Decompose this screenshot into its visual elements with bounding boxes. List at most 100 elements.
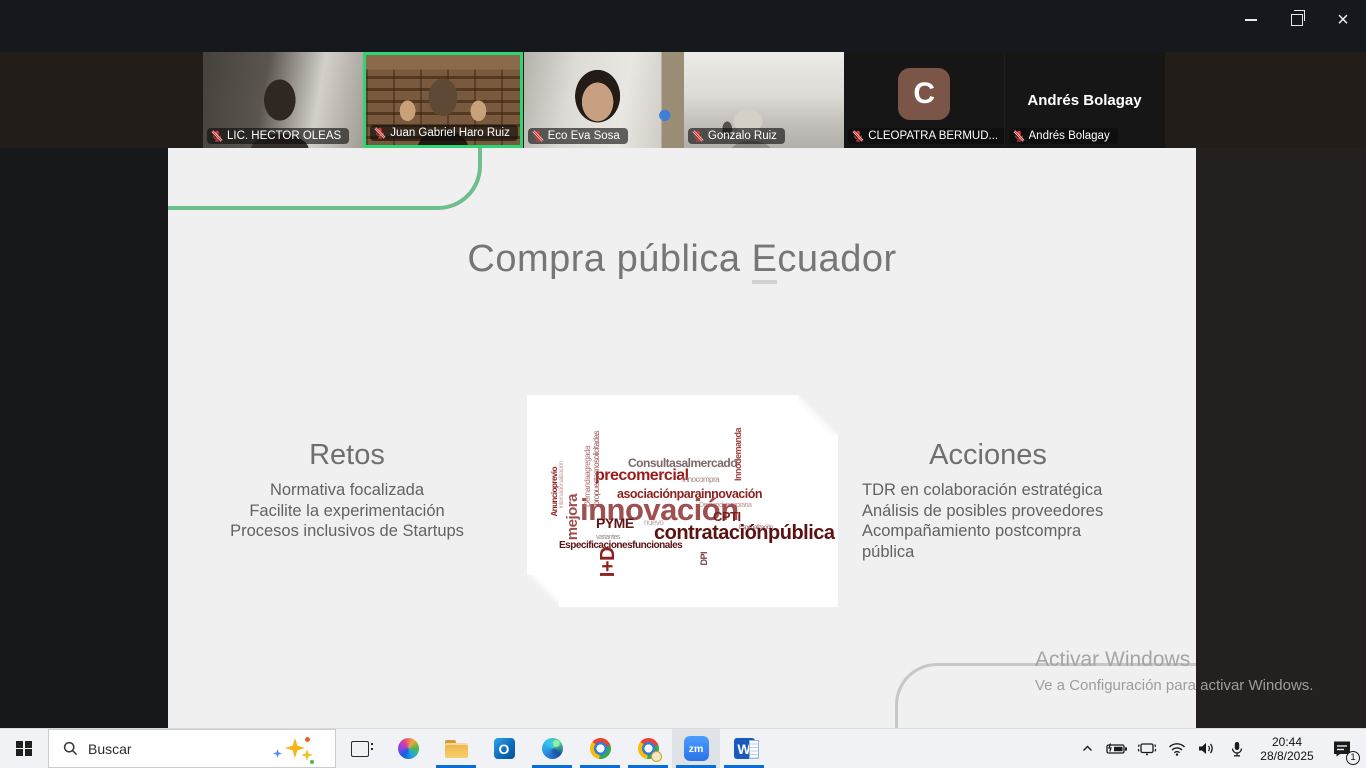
tray-network-button[interactable] <box>1162 729 1192 768</box>
participant-tile-andrés-bolagay[interactable]: Andrés Bolagay Andrés Bolagay <box>1005 52 1165 148</box>
stage-right-background <box>1196 148 1366 728</box>
minimize-icon <box>1245 19 1257 21</box>
participant-name: Eco Eva Sosa <box>548 130 620 142</box>
muted-mic-icon <box>374 127 386 139</box>
chrome-profile-taskbar-button[interactable] <box>624 729 672 768</box>
tray-microphone-button[interactable] <box>1222 729 1252 768</box>
outlook-taskbar-button[interactable]: O <box>480 729 528 768</box>
participant-nametag: LIC. HECTOR OLEAS <box>207 128 349 144</box>
search-highlights-icon <box>273 737 313 763</box>
participant-nametag: Juan Gabriel Haro Ruiz <box>370 125 518 141</box>
file-explorer-icon <box>445 740 468 758</box>
acciones-item: Acompañamiento postcompra pública <box>862 521 1114 562</box>
participant-avatar: C <box>898 68 950 120</box>
retos-items: Normativa focalizadaFacilite la experime… <box>192 480 502 542</box>
muted-mic-icon <box>692 130 704 142</box>
participant-nametag: Eco Eva Sosa <box>528 128 628 144</box>
retos-heading: Retos <box>192 439 502 472</box>
task-view-taskbar-button[interactable] <box>336 729 384 768</box>
participant-tile-juan-gabriel-haro-ruiz[interactable]: Juan Gabriel Haro Ruiz <box>363 52 523 148</box>
muted-mic-icon <box>211 130 223 142</box>
participant-tile-lic-hector-oleas[interactable]: LIC. HECTOR OLEAS <box>203 52 363 148</box>
minimize-button[interactable] <box>1228 0 1274 40</box>
tray-time: 20:44 <box>1252 735 1322 749</box>
wordcloud-word: Innocompra <box>682 476 719 484</box>
taskbar-apps: Ozm W <box>336 729 768 768</box>
word-taskbar-button[interactable]: W <box>720 729 768 768</box>
wordcloud-word: propuestasnosolicitadas <box>593 431 601 505</box>
chrome-icon <box>590 738 611 759</box>
participant-nametag: CLEOPATRA BERMUD... <box>848 128 1004 144</box>
battery-icon <box>1106 742 1128 756</box>
task-view-icon <box>351 741 369 757</box>
acciones-items: TDR en colaboración estratégicaAnálisis … <box>862 480 1114 562</box>
participant-name: Gonzalo Ruiz <box>708 130 777 142</box>
retos-item: Normativa focalizada <box>192 480 502 501</box>
search-icon <box>63 741 78 756</box>
system-tray: 20:44 28/8/2025 1 <box>1072 729 1366 768</box>
tray-battery-button[interactable] <box>1102 729 1132 768</box>
word-icon: W <box>734 738 755 759</box>
slide-title: Compra pública Ecuador <box>168 238 1196 281</box>
window-controls: × <box>1228 0 1366 40</box>
zoom-icon: zm <box>684 736 709 761</box>
shared-slide: Compra pública Ecuador Retos Normativa f… <box>168 148 1196 728</box>
participant-nametag: Andrés Bolagay <box>1009 128 1118 144</box>
acciones-item: TDR en colaboración estratégica <box>862 480 1114 501</box>
slide-gray-curve-decoration <box>895 663 1196 728</box>
tray-clock[interactable]: 20:44 28/8/2025 <box>1252 735 1322 763</box>
wordcloud-word: PYME <box>596 516 634 530</box>
retos-item: Procesos inclusivos de Startups <box>192 521 502 542</box>
screen: × LIC. HECTOR OLEAS Juan Gabriel Haro Rui… <box>0 0 1366 768</box>
wordcloud-card: ConsultasalmercadoInnodemandaprecomercia… <box>527 395 838 607</box>
edge-taskbar-button[interactable] <box>528 729 576 768</box>
participant-display-name: Andrés Bolagay <box>1005 92 1165 109</box>
slide-title-underlined-letter: E <box>752 238 778 284</box>
restore-button[interactable] <box>1274 0 1320 40</box>
slide-green-curve-decoration <box>168 148 482 210</box>
file-explorer-taskbar-button[interactable] <box>432 729 480 768</box>
wordcloud-word: DPI <box>700 552 709 566</box>
zoom-taskbar-button[interactable]: zm <box>672 729 720 768</box>
participant-tile-gonzalo-ruiz[interactable]: Gonzalo Ruiz <box>684 52 844 148</box>
participant-name: CLEOPATRA BERMUD... <box>868 130 998 142</box>
retos-item: Facilite la experimentación <box>192 501 502 522</box>
stage-left-background <box>0 148 168 728</box>
retos-column: Retos Normativa focalizadaFacilite la ex… <box>192 439 502 542</box>
start-button[interactable] <box>0 729 48 768</box>
muted-mic-icon <box>852 130 864 142</box>
notification-count-badge: 1 <box>1346 751 1360 765</box>
close-icon: × <box>1337 10 1349 30</box>
participant-strip: LIC. HECTOR OLEAS Juan Gabriel Haro Ruiz E… <box>0 52 1366 148</box>
wordcloud-word: I+D <box>598 547 618 577</box>
copilot-taskbar-button[interactable] <box>384 729 432 768</box>
taskbar-search[interactable] <box>48 729 336 768</box>
chrome-profile-icon <box>638 738 659 759</box>
wordcloud-word: internacionalización <box>559 461 566 508</box>
taskbar: Ozm W 20:44 28/8/2025 <box>0 728 1366 768</box>
outlook-icon: O <box>494 738 515 759</box>
copilot-icon <box>398 738 419 759</box>
windows-logo-icon <box>16 741 32 757</box>
cast-display-icon <box>1137 741 1157 756</box>
tray-cast-button[interactable] <box>1132 729 1162 768</box>
participant-tile-cleopatra-bermud[interactable]: C CLEOPATRA BERMUD... <box>844 52 1004 148</box>
wordcloud-word: Especificacionesfuncionales <box>559 541 682 551</box>
wordcloud-word: Innodemanda <box>734 428 743 481</box>
chrome-taskbar-button[interactable] <box>576 729 624 768</box>
notification-center-button[interactable]: 1 <box>1322 729 1362 768</box>
tray-volume-button[interactable] <box>1192 729 1222 768</box>
edge-icon <box>542 738 563 759</box>
close-button[interactable]: × <box>1320 0 1366 40</box>
muted-mic-icon <box>532 130 544 142</box>
wordcloud-word: Demandaagregada <box>584 446 592 507</box>
wordcloud-word: mejora <box>565 494 580 540</box>
participant-name: Juan Gabriel Haro Ruiz <box>390 127 510 139</box>
participant-tile-eco-eva-sosa[interactable]: Eco Eva Sosa <box>524 52 684 148</box>
tray-chevron-button[interactable] <box>1072 729 1102 768</box>
wifi-icon <box>1168 742 1186 756</box>
window-titlebar: × <box>0 0 1366 52</box>
acciones-column: Acciones TDR en colaboración estratégica… <box>862 439 1114 562</box>
chevron-up-icon <box>1081 742 1094 755</box>
wordcloud-word: precomercial <box>595 468 689 484</box>
